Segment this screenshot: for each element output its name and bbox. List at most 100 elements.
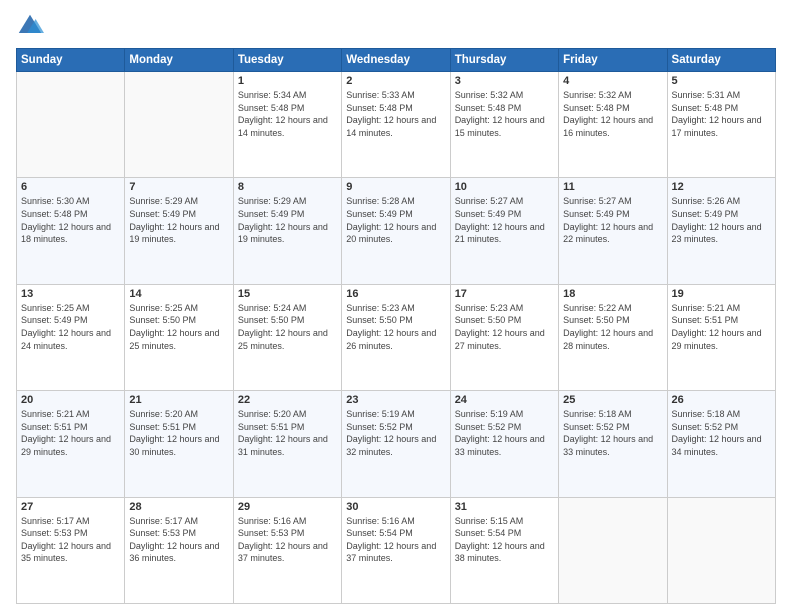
day-number: 2 [346,75,445,87]
day-info: Sunrise: 5:15 AM Sunset: 5:54 PM Dayligh… [455,515,554,565]
calendar-cell: 31 Sunrise: 5:15 AM Sunset: 5:54 PM Dayli… [450,497,558,603]
day-info: Sunrise: 5:21 AM Sunset: 5:51 PM Dayligh… [21,408,120,458]
calendar-cell: 7 Sunrise: 5:29 AM Sunset: 5:49 PM Daylig… [125,178,233,284]
day-of-week-header: Tuesday [233,49,341,72]
logo [16,12,48,40]
calendar-cell: 1Sunrise: 5:34 AM Sunset: 5:48 PM Daylig… [233,72,341,178]
calendar-cell: 10 Sunrise: 5:27 AM Sunset: 5:49 PM Dayli… [450,178,558,284]
day-info: Sunrise: 5:25 AM Sunset: 5:49 PM Dayligh… [21,302,120,352]
calendar-cell: 5 Sunrise: 5:31 AM Sunset: 5:48 PM Daylig… [667,72,775,178]
day-info: Sunrise: 5:26 AM Sunset: 5:49 PM Dayligh… [672,195,771,245]
day-of-week-header: Wednesday [342,49,450,72]
calendar-cell: 20 Sunrise: 5:21 AM Sunset: 5:51 PM Dayli… [17,391,125,497]
day-number: 28 [129,501,228,513]
day-number: 17 [455,288,554,300]
day-number: 3 [455,75,554,87]
calendar-cell: 23 Sunrise: 5:19 AM Sunset: 5:52 PM Dayli… [342,391,450,497]
day-number: 26 [672,394,771,406]
day-number: 12 [672,181,771,193]
day-number: 20 [21,394,120,406]
calendar-cell: 8 Sunrise: 5:29 AM Sunset: 5:49 PM Daylig… [233,178,341,284]
day-number: 5 [672,75,771,87]
calendar-cell: 3Sunrise: 5:32 AM Sunset: 5:48 PM Daylig… [450,72,558,178]
calendar-cell: 19 Sunrise: 5:21 AM Sunset: 5:51 PM Dayli… [667,284,775,390]
day-number: 19 [672,288,771,300]
day-info: Sunrise: 5:20 AM Sunset: 5:51 PM Dayligh… [238,408,337,458]
day-number: 25 [563,394,662,406]
calendar-cell: 4 Sunrise: 5:32 AM Sunset: 5:48 PM Daylig… [559,72,667,178]
calendar-cell: 11 Sunrise: 5:27 AM Sunset: 5:49 PM Dayli… [559,178,667,284]
day-number: 24 [455,394,554,406]
day-info: Sunrise: 5:18 AM Sunset: 5:52 PM Dayligh… [672,408,771,458]
day-info: Sunrise: 5:29 AM Sunset: 5:49 PM Dayligh… [129,195,228,245]
day-number: 31 [455,501,554,513]
calendar-cell: 30Sunrise: 5:16 AM Sunset: 5:54 PM Dayli… [342,497,450,603]
day-of-week-header: Thursday [450,49,558,72]
calendar-cell: 9 Sunrise: 5:28 AM Sunset: 5:49 PM Daylig… [342,178,450,284]
day-number: 8 [238,181,337,193]
calendar-cell [559,497,667,603]
calendar-cell: 21 Sunrise: 5:20 AM Sunset: 5:51 PM Dayli… [125,391,233,497]
day-number: 15 [238,288,337,300]
calendar-cell: 15 Sunrise: 5:24 AM Sunset: 5:50 PM Dayli… [233,284,341,390]
calendar-cell: 28 Sunrise: 5:17 AM Sunset: 5:53 PM Dayli… [125,497,233,603]
day-info: Sunrise: 5:24 AM Sunset: 5:50 PM Dayligh… [238,302,337,352]
calendar-cell: 12 Sunrise: 5:26 AM Sunset: 5:49 PM Dayli… [667,178,775,284]
day-of-week-header: Friday [559,49,667,72]
day-info: Sunrise: 5:23 AM Sunset: 5:50 PM Dayligh… [455,302,554,352]
day-info: Sunrise: 5:28 AM Sunset: 5:49 PM Dayligh… [346,195,445,245]
day-info: Sunrise: 5:21 AM Sunset: 5:51 PM Dayligh… [672,302,771,352]
day-info: Sunrise: 5:32 AM Sunset: 5:48 PM Dayligh… [563,89,662,139]
day-info: Sunrise: 5:31 AM Sunset: 5:48 PM Dayligh… [672,89,771,139]
day-number: 7 [129,181,228,193]
calendar-cell [17,72,125,178]
day-info: Sunrise: 5:16 AM Sunset: 5:54 PM Dayligh… [346,515,445,565]
day-number: 14 [129,288,228,300]
day-number: 9 [346,181,445,193]
calendar-cell: 16Sunrise: 5:23 AM Sunset: 5:50 PM Dayli… [342,284,450,390]
calendar-cell: 29Sunrise: 5:16 AM Sunset: 5:53 PM Dayli… [233,497,341,603]
day-info: Sunrise: 5:17 AM Sunset: 5:53 PM Dayligh… [129,515,228,565]
calendar-cell: 2 Sunrise: 5:33 AM Sunset: 5:48 PM Daylig… [342,72,450,178]
calendar-week-row: 1Sunrise: 5:34 AM Sunset: 5:48 PM Daylig… [17,72,776,178]
calendar-cell: 27 Sunrise: 5:17 AM Sunset: 5:53 PM Dayli… [17,497,125,603]
calendar-cell: 18Sunrise: 5:22 AM Sunset: 5:50 PM Dayli… [559,284,667,390]
day-info: Sunrise: 5:18 AM Sunset: 5:52 PM Dayligh… [563,408,662,458]
day-number: 27 [21,501,120,513]
day-info: Sunrise: 5:19 AM Sunset: 5:52 PM Dayligh… [455,408,554,458]
day-number: 11 [563,181,662,193]
calendar-cell [667,497,775,603]
day-info: Sunrise: 5:19 AM Sunset: 5:52 PM Dayligh… [346,408,445,458]
calendar-header-row: SundayMondayTuesdayWednesdayThursdayFrid… [17,49,776,72]
calendar-week-row: 27 Sunrise: 5:17 AM Sunset: 5:53 PM Dayli… [17,497,776,603]
calendar-week-row: 13Sunrise: 5:25 AM Sunset: 5:49 PM Dayli… [17,284,776,390]
day-info: Sunrise: 5:17 AM Sunset: 5:53 PM Dayligh… [21,515,120,565]
header [16,12,776,40]
day-number: 4 [563,75,662,87]
day-number: 22 [238,394,337,406]
calendar-cell: 22 Sunrise: 5:20 AM Sunset: 5:51 PM Dayli… [233,391,341,497]
calendar-week-row: 6Sunrise: 5:30 AM Sunset: 5:48 PM Daylig… [17,178,776,284]
day-number: 29 [238,501,337,513]
calendar-cell: 25 Sunrise: 5:18 AM Sunset: 5:52 PM Dayli… [559,391,667,497]
day-number: 21 [129,394,228,406]
calendar-cell [125,72,233,178]
day-number: 16 [346,288,445,300]
day-of-week-header: Sunday [17,49,125,72]
day-number: 10 [455,181,554,193]
calendar-cell: 17 Sunrise: 5:23 AM Sunset: 5:50 PM Dayli… [450,284,558,390]
day-info: Sunrise: 5:27 AM Sunset: 5:49 PM Dayligh… [563,195,662,245]
day-info: Sunrise: 5:34 AM Sunset: 5:48 PM Dayligh… [238,89,337,139]
calendar-cell: 14Sunrise: 5:25 AM Sunset: 5:50 PM Dayli… [125,284,233,390]
day-number: 23 [346,394,445,406]
day-number: 18 [563,288,662,300]
logo-icon [16,12,44,40]
day-info: Sunrise: 5:33 AM Sunset: 5:48 PM Dayligh… [346,89,445,139]
calendar-table: SundayMondayTuesdayWednesdayThursdayFrid… [16,48,776,604]
calendar-cell: 26 Sunrise: 5:18 AM Sunset: 5:52 PM Dayli… [667,391,775,497]
day-info: Sunrise: 5:27 AM Sunset: 5:49 PM Dayligh… [455,195,554,245]
calendar-cell: 6Sunrise: 5:30 AM Sunset: 5:48 PM Daylig… [17,178,125,284]
day-info: Sunrise: 5:29 AM Sunset: 5:49 PM Dayligh… [238,195,337,245]
calendar-week-row: 20 Sunrise: 5:21 AM Sunset: 5:51 PM Dayli… [17,391,776,497]
day-info: Sunrise: 5:20 AM Sunset: 5:51 PM Dayligh… [129,408,228,458]
